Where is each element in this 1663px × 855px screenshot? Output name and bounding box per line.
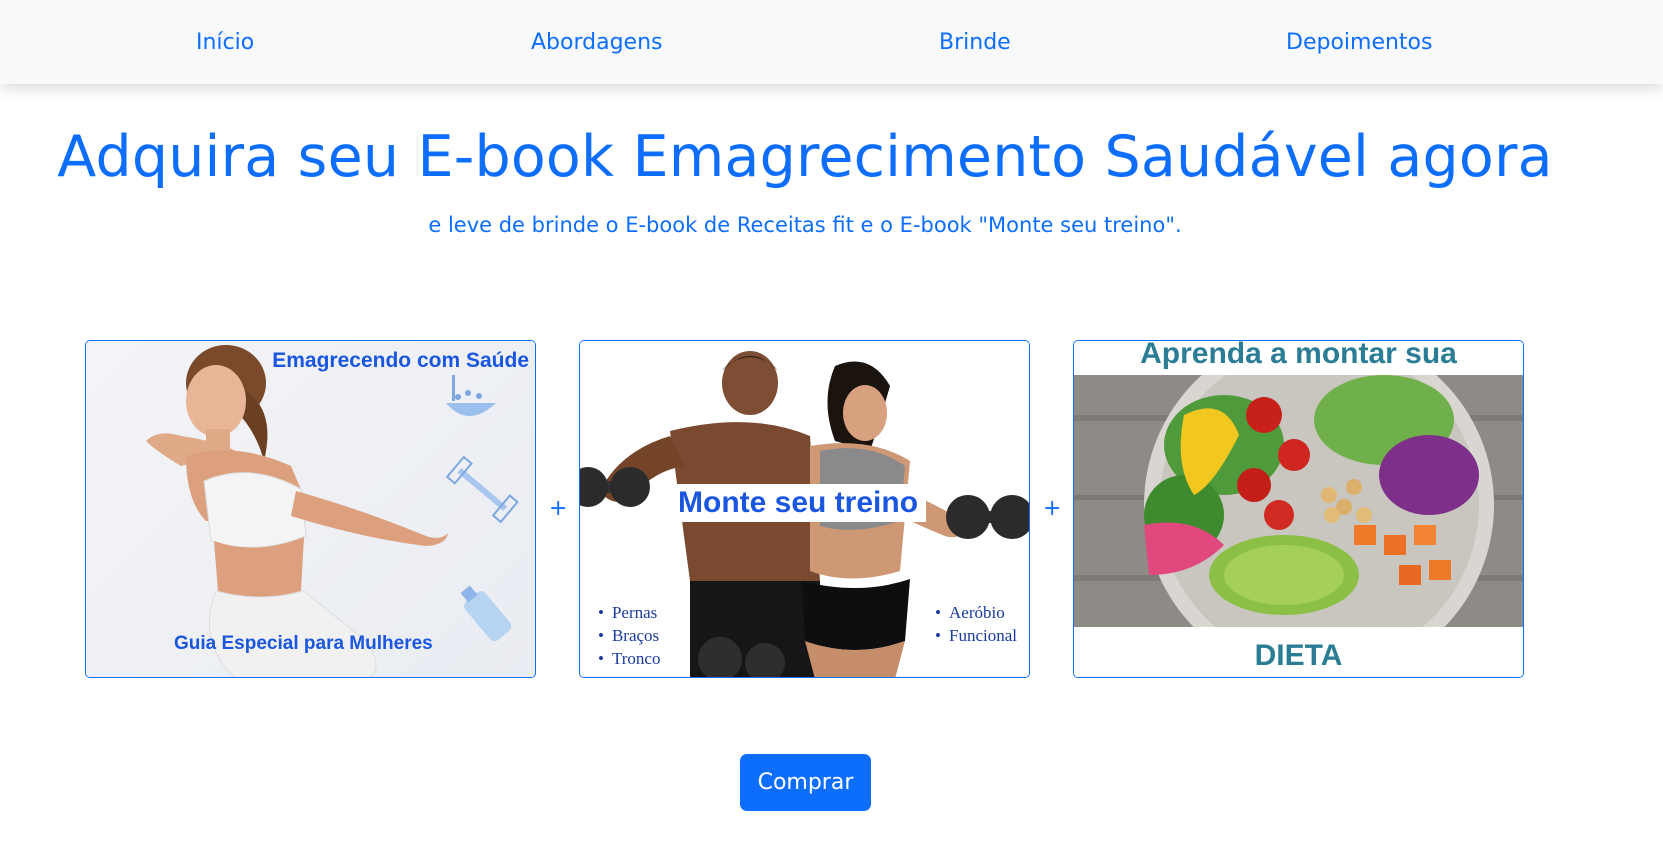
card-title: Emagrecendo com Saúde [272, 349, 529, 372]
ebook-card-monte-seu-treino: Monte seu treino Pernas Braços Tronco Ae… [579, 340, 1030, 678]
list-item: Braços [598, 624, 660, 647]
card-footer: Guia Especial para Mulheres [174, 633, 433, 654]
card-title: Aprenda a montar sua [1140, 340, 1457, 370]
card-title: Monte seu treino [678, 486, 919, 519]
list-item: Funcional [935, 624, 1017, 647]
plus-separator: + [1043, 496, 1062, 521]
list-item: Aeróbio [935, 601, 1017, 624]
bowl-icon [446, 375, 496, 416]
navbar: Início Abordagens Brinde Depoimentos [0, 0, 1663, 84]
woman-exercising-image [146, 345, 519, 677]
water-bottle-icon [460, 585, 512, 642]
ebook-card-emagrecimento: Emagrecendo com Saúde Guia Especial para… [85, 340, 536, 678]
card-footer: DIETA [1254, 639, 1343, 672]
nav-link-inicio[interactable]: Início [196, 30, 254, 55]
page-title: Adquira seu E-book Emagrecimento Saudáve… [57, 124, 1553, 190]
workout-list-left: Pernas Braços Tronco [598, 601, 661, 670]
list-item: Tronco [598, 647, 661, 670]
dumbbell-icon [946, 495, 1029, 539]
nav-link-brinde[interactable]: Brinde [939, 30, 1011, 55]
page-subtitle: e leve de brinde o E-book de Receitas fi… [428, 213, 1182, 237]
ebook-card-dieta: Aprenda a montar sua DIETA [1073, 340, 1524, 678]
card-title-box: Monte seu treino [670, 484, 927, 522]
buy-button[interactable]: Comprar [740, 754, 871, 811]
nav-link-depoimentos[interactable]: Depoimentos [1286, 30, 1432, 55]
salad-bowl-image [1074, 375, 1523, 627]
list-item: Pernas [598, 601, 660, 624]
dumbbell-icon [445, 455, 519, 524]
workout-list-right: Aeróbio Funcional [935, 601, 1017, 647]
nav-link-abordagens[interactable]: Abordagens [531, 30, 662, 55]
plus-separator: + [549, 496, 568, 521]
